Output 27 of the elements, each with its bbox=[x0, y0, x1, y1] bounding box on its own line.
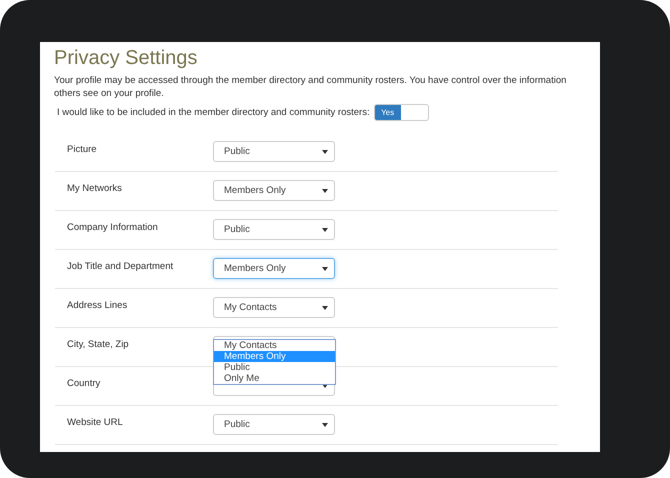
privacy-select[interactable]: My Contacts bbox=[213, 297, 335, 318]
privacy-select[interactable]: Members Only bbox=[213, 180, 335, 201]
toggle-label: I would like to be included in the member directory and community rosters: bbox=[57, 107, 370, 118]
dropdown-option[interactable]: Public bbox=[214, 362, 335, 373]
privacy-select[interactable]: Members Only bbox=[213, 258, 335, 279]
privacy-select[interactable]: Public bbox=[213, 219, 335, 240]
setting-label: Picture bbox=[66, 144, 98, 155]
setting-label: Company Information bbox=[66, 222, 159, 233]
intro-text: Your profile may be accessed through the member directory and community rosters. You have control over the information others see on your profile. bbox=[54, 74, 568, 100]
page-title: Privacy Settings bbox=[54, 46, 198, 70]
caret-icon bbox=[322, 188, 328, 192]
caret-icon bbox=[322, 306, 328, 310]
caret-icon bbox=[322, 150, 328, 154]
caret-icon bbox=[322, 422, 328, 426]
setting-label: Website URL bbox=[66, 417, 124, 428]
setting-label: Address Lines bbox=[66, 300, 128, 311]
privacy-select[interactable]: Public bbox=[213, 141, 335, 162]
setting-label: My Networks bbox=[66, 183, 123, 194]
caret-icon bbox=[322, 228, 328, 232]
privacy-select[interactable]: Public bbox=[213, 414, 335, 435]
setting-label: City, State, Zip bbox=[66, 339, 130, 350]
directory-toggle[interactable]: Yes bbox=[374, 104, 429, 121]
setting-label: Country bbox=[66, 378, 102, 389]
dropdown-option[interactable]: Only Me bbox=[214, 373, 335, 384]
dropdown-option[interactable]: My Contacts bbox=[214, 340, 335, 351]
caret-icon bbox=[322, 266, 328, 270]
setting-label: Job Title and Department bbox=[66, 261, 174, 272]
